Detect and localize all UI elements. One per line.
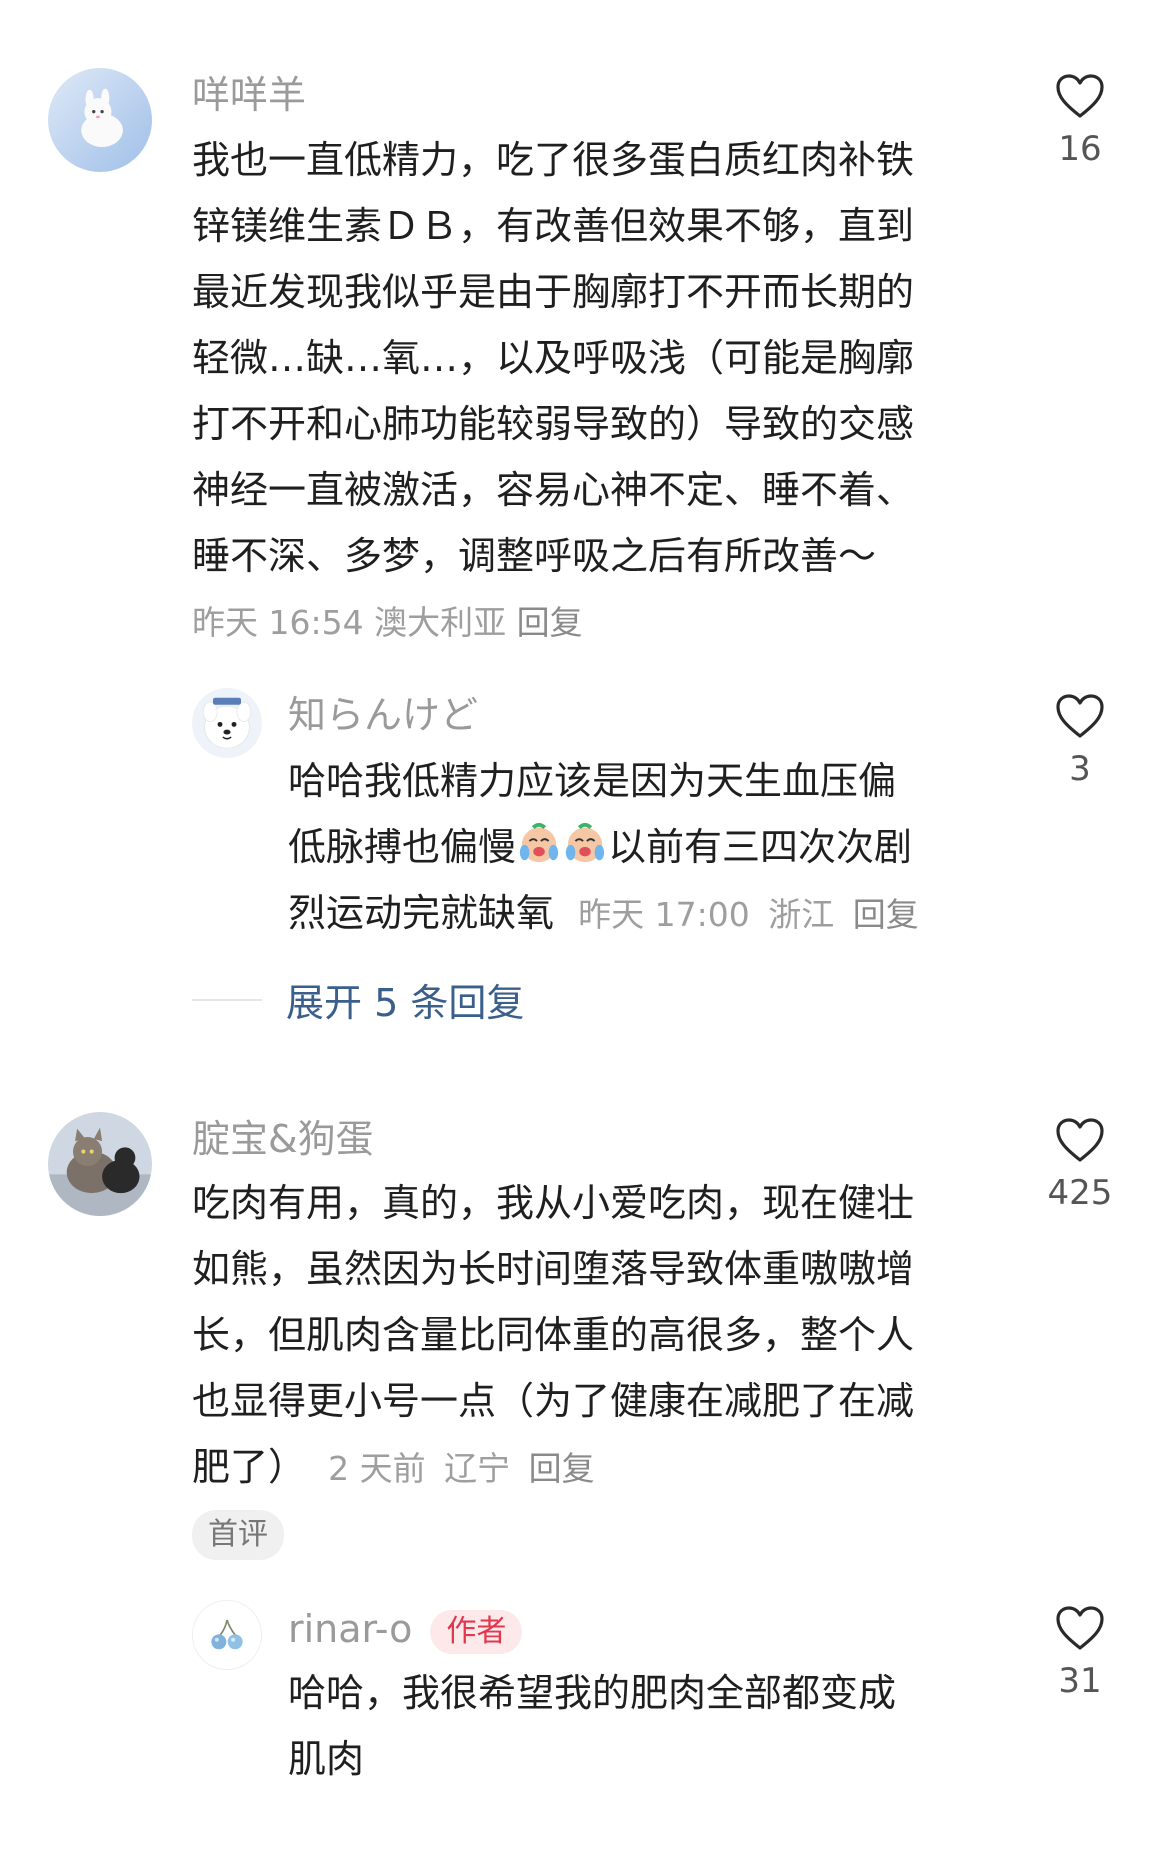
reply-text: 哈哈我低精力应该是因为天生血压偏 低脉搏也偏慢 以前有三四次次剧 烈运动完就缺氧… [288, 748, 919, 948]
author-badge: 作者 [430, 1609, 523, 1654]
like-count: 3 [1069, 749, 1091, 789]
comment-text-line: 最近发现我似乎是由于胸廓打不开而长期的 [192, 270, 915, 314]
reply-text-line: 肌肉 [288, 1737, 365, 1781]
avatar[interactable] [192, 1600, 262, 1670]
heart-icon [1056, 1118, 1104, 1162]
reply-username[interactable]: 知らんけど [288, 690, 478, 740]
like-button[interactable]: 425 [1030, 1116, 1130, 1218]
first-comment-badge: 首评 [192, 1510, 284, 1560]
comment-text-line: 我也一直低精力，吃了很多蛋白质红肉补铁 [192, 138, 915, 182]
comment-location: 澳大利亚 [374, 603, 507, 642]
comment-text-line: 打不开和心肺功能较弱导致的）导致的交感 [192, 402, 915, 446]
comment-username[interactable]: 咩咩羊 [192, 70, 306, 120]
reply-text-line: 哈哈，我很希望我的肥肉全部都变成 [288, 1671, 897, 1715]
comment-text-line: 锌镁维生素ＤＢ，有改善但效果不够，直到 [192, 204, 915, 248]
comment-text-line: 吃肉有用，真的，我从小爱吃肉，现在健壮 [192, 1181, 915, 1225]
comment-location: 辽宁 [444, 1449, 511, 1488]
comment-text: 我也一直低精力，吃了很多蛋白质红肉补铁 锌镁维生素ＤＢ，有改善但效果不够，直到 … [192, 127, 914, 589]
like-button[interactable]: 16 [1030, 72, 1130, 174]
divider [192, 998, 262, 1001]
reply-button[interactable]: 回复 [853, 895, 919, 934]
heart-icon [1056, 74, 1104, 118]
reply-button[interactable]: 回复 [517, 603, 583, 642]
comment-text-line: 神经一直被激活，容易心神不定、睡不着、 [192, 468, 915, 512]
reply-text-segment: 以前有三四次次剧 [608, 825, 913, 869]
heart-icon [1056, 694, 1104, 738]
bunny-avatar-icon [48, 68, 152, 172]
comment-text-line: 肥了） 2 天前 辽宁 回复 [192, 1434, 914, 1502]
cats-avatar-icon [48, 1112, 152, 1216]
expand-replies-button[interactable]: 展开 5 条回复 [192, 972, 524, 1027]
reply-text-line: 哈哈我低精力应该是因为天生血压偏 [288, 759, 897, 803]
reply-time: 昨天 17:00 [578, 895, 750, 934]
comment-time: 昨天 16:54 [192, 603, 364, 642]
comment-text-line: 睡不深、多梦，调整呼吸之后有所改善～ [192, 534, 877, 578]
like-count: 425 [1047, 1173, 1113, 1213]
comment-text-line: 如熊，虽然因为长时间堕落导致体重嗷嗷增 [192, 1247, 915, 1291]
samoyed-dog-avatar-icon [192, 688, 262, 758]
avatar[interactable] [48, 68, 152, 172]
like-count: 16 [1058, 129, 1102, 169]
comment-text-line: 也显得更小号一点（为了健康在减肥了在减 [192, 1379, 915, 1423]
reply-text-line: 烈运动完就缺氧 昨天 17:00 浙江 回复 [288, 880, 919, 948]
comment-text-line: 长，但肌肉含量比同体重的高很多，整个人 [192, 1313, 915, 1357]
reply-location: 浙江 [768, 895, 835, 934]
reply-text: 哈哈，我很希望我的肥肉全部都变成 肌肉 [288, 1660, 896, 1792]
comment-text: 吃肉有用，真的，我从小爱吃肉，现在健壮 如熊，虽然因为长时间堕落导致体重嗷嗷增 … [192, 1170, 914, 1502]
comment-time: 2 天前 [328, 1449, 426, 1488]
like-count: 31 [1058, 1661, 1102, 1701]
reply-text-line: 低脉搏也偏慢 以前有三四次次剧 [288, 814, 919, 880]
comment-meta: 昨天 16:54 澳大利亚 回复 [192, 598, 583, 648]
like-button[interactable]: 3 [1030, 692, 1130, 794]
crying-face-emoji-icon [519, 822, 559, 863]
reply-button[interactable]: 回复 [529, 1449, 595, 1488]
blue-fruit-avatar-icon [193, 1601, 261, 1669]
comment-text-line: 轻微…缺…氧…，以及呼吸浅（可能是胸廓 [192, 336, 915, 380]
reply-text-segment: 烈运动完就缺氧 [288, 891, 555, 935]
comment-text-segment: 肥了） [192, 1445, 307, 1489]
reply-username: rinar-o 作者 [288, 1604, 523, 1654]
reply-username-text[interactable]: rinar-o [288, 1607, 412, 1651]
reply-text-segment: 低脉搏也偏慢 [288, 825, 517, 869]
comment-username[interactable]: 腚宝&狗蛋 [192, 1114, 374, 1164]
heart-icon [1056, 1606, 1104, 1650]
like-button[interactable]: 31 [1030, 1604, 1130, 1706]
crying-face-emoji-icon [565, 822, 605, 863]
avatar[interactable] [48, 1112, 152, 1216]
expand-replies-label: 展开 5 条回复 [286, 981, 525, 1025]
avatar[interactable] [192, 688, 262, 758]
